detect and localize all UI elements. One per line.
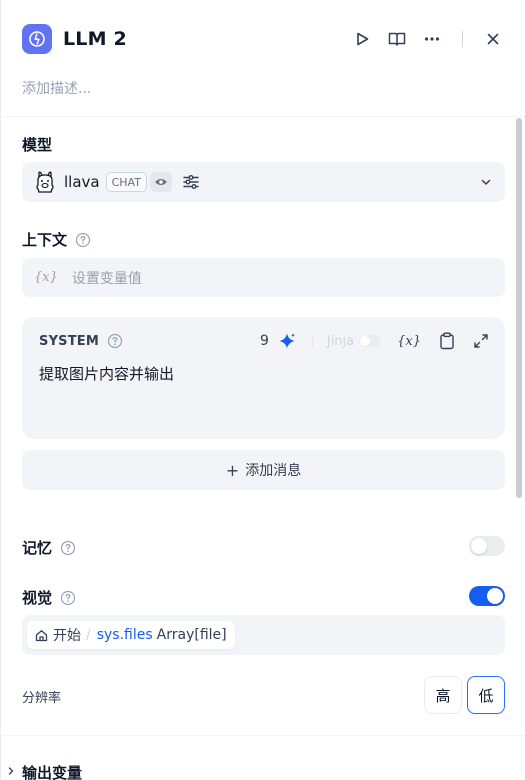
system-label: SYSTEM xyxy=(39,333,100,349)
header-divider-line xyxy=(1,116,525,117)
vision-label-text: 视觉 xyxy=(22,589,53,607)
toggle-knob xyxy=(471,538,487,554)
memory-toggle[interactable] xyxy=(469,536,505,556)
resolution-high-option[interactable]: 高 xyxy=(424,676,462,714)
context-variable-input[interactable]: {x} 设置变量值 xyxy=(22,258,505,297)
chip-separator: / xyxy=(86,627,91,643)
variable-icon: {x} xyxy=(34,270,58,285)
model-name: llava xyxy=(64,173,100,191)
node-title[interactable]: LLM 2 xyxy=(63,28,127,50)
jinja-label: Jinja xyxy=(326,333,355,349)
variable-name: sys.files xyxy=(96,627,153,643)
output-variables-label[interactable]: 输出变量 xyxy=(22,762,82,780)
system-header-divider xyxy=(311,334,313,348)
jinja-toggle[interactable] xyxy=(359,335,382,347)
header-actions xyxy=(350,27,505,51)
model-section-label: 模型 xyxy=(22,134,52,155)
context-label-text: 上下文 xyxy=(22,231,68,249)
system-prompt-text[interactable]: 提取图片内容并输出 xyxy=(39,363,174,384)
system-prompt-header: SYSTEM 9 Jinja {x} xyxy=(39,331,489,351)
resolution-label: 分辨率 xyxy=(22,691,62,706)
close-icon[interactable] xyxy=(481,27,505,51)
add-message-button[interactable]: + 添加消息 xyxy=(22,450,505,490)
model-selector[interactable]: llava CHAT xyxy=(22,162,505,202)
variable-type: Array[file] xyxy=(156,627,227,643)
vision-capability-icon xyxy=(149,172,172,192)
section-divider xyxy=(1,735,525,736)
panel-header: LLM 2 xyxy=(22,24,505,54)
more-icon[interactable] xyxy=(420,27,444,51)
plus-icon: + xyxy=(225,460,240,480)
context-placeholder: 设置变量值 xyxy=(71,270,142,287)
insert-variable-icon[interactable]: {x} xyxy=(397,334,421,349)
llava-model-icon xyxy=(34,170,56,194)
help-icon[interactable] xyxy=(75,232,91,248)
toggle-knob xyxy=(487,588,503,604)
sparkle-icon[interactable] xyxy=(278,332,296,350)
model-params-icon[interactable] xyxy=(182,173,200,191)
vision-variable-selector[interactable]: 开始 / sys.files Array[file] xyxy=(22,615,505,655)
help-icon[interactable] xyxy=(107,333,123,349)
system-prompt-editor[interactable]: SYSTEM 9 Jinja {x} 提取图片内容并输出 xyxy=(22,317,505,439)
help-icon[interactable] xyxy=(60,590,76,606)
start-node-label: 开始 xyxy=(53,628,81,644)
variable-chip[interactable]: 开始 / sys.files Array[file] xyxy=(27,621,235,649)
chevron-down-icon[interactable] xyxy=(479,175,493,189)
vision-section-label: 视觉 xyxy=(22,587,76,608)
vision-toggle[interactable] xyxy=(469,586,505,606)
run-icon[interactable] xyxy=(350,27,374,51)
chevron-right-icon[interactable] xyxy=(7,766,15,776)
home-icon xyxy=(35,629,48,642)
model-label-text: 模型 xyxy=(22,136,53,154)
resolution-low-option[interactable]: 低 xyxy=(467,676,505,714)
expand-icon[interactable] xyxy=(473,333,489,349)
token-count: 9 xyxy=(259,333,269,349)
description-input[interactable]: 添加描述... xyxy=(22,78,91,98)
scrollbar[interactable] xyxy=(516,118,522,498)
add-message-label: 添加消息 xyxy=(245,463,302,479)
node-config-panel: LLM 2 添加描述... 模型 llava CHAT 上下文 {x} 设置变量… xyxy=(0,0,525,780)
header-divider xyxy=(462,31,463,47)
chat-mode-badge: CHAT xyxy=(105,172,147,192)
context-section-label: 上下文 xyxy=(22,229,91,250)
memory-section-label: 记忆 xyxy=(22,537,76,558)
clipboard-icon[interactable] xyxy=(439,332,455,350)
memory-label-text: 记忆 xyxy=(22,539,53,557)
help-icon[interactable] xyxy=(60,540,76,556)
llm-node-icon xyxy=(22,24,52,54)
book-icon[interactable] xyxy=(385,27,409,51)
